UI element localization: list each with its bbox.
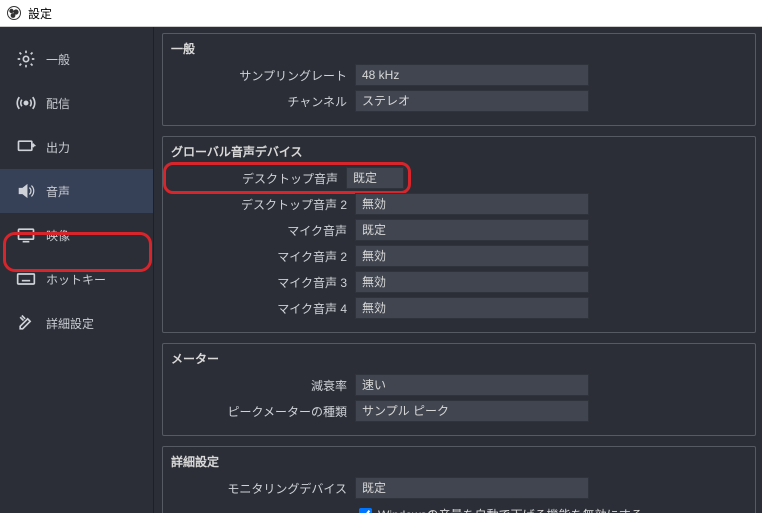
panel-title-advanced: 詳細設定 — [171, 453, 749, 470]
panel-title-general: 一般 — [171, 40, 749, 57]
label-channel: チャンネル — [169, 93, 355, 110]
sidebar-item-label: 映像 — [46, 227, 70, 244]
select-mic-audio[interactable]: 既定 — [355, 219, 589, 241]
panel-devices: グローバル音声デバイス デスクトップ音声 既定 デスクトップ音声 2 無効 マイ… — [162, 136, 756, 333]
sidebar-item-audio[interactable]: 音声 — [0, 169, 153, 213]
sidebar-item-advanced[interactable]: 詳細設定 — [0, 301, 153, 345]
tools-icon — [14, 311, 38, 335]
label-desktop-audio: デスクトップ音声 — [170, 170, 346, 187]
select-decay[interactable]: 速い — [355, 374, 589, 396]
content-area: 一般 サンプリングレート 48 kHz チャンネル ステレオ グローバル音声デバ… — [154, 27, 762, 513]
panel-title-meter: メーター — [171, 350, 749, 367]
panel-meter: メーター 減衰率 速い ピークメーターの種類 サンプル ピーク — [162, 343, 756, 436]
sidebar-item-stream[interactable]: 配信 — [0, 81, 153, 125]
select-mic-audio-3[interactable]: 無効 — [355, 271, 589, 293]
sidebar: 一般 配信 出力 音声 映像 — [0, 27, 154, 513]
label-sample-rate: サンプリングレート — [169, 67, 355, 84]
sidebar-item-label: 出力 — [46, 139, 70, 156]
sidebar-item-video[interactable]: 映像 — [0, 213, 153, 257]
sidebar-item-label: 一般 — [46, 51, 70, 68]
sidebar-item-label: ホットキー — [46, 271, 106, 288]
panel-title-devices: グローバル音声デバイス — [171, 143, 749, 160]
label-decay: 減衰率 — [169, 377, 355, 394]
select-mic-audio-2[interactable]: 無効 — [355, 245, 589, 267]
label-peak-type: ピークメーターの種類 — [169, 403, 355, 420]
sidebar-item-label: 配信 — [46, 95, 70, 112]
app-icon — [6, 5, 22, 21]
select-channel[interactable]: ステレオ — [355, 90, 589, 112]
label-monitoring: モニタリングデバイス — [169, 480, 355, 497]
select-desktop-audio[interactable]: 既定 — [346, 167, 404, 189]
stream-icon — [14, 91, 38, 115]
sidebar-item-label: 音声 — [46, 183, 70, 200]
panel-advanced: 詳細設定 モニタリングデバイス 既定 Windowsの音量を自動で下げる機能を無… — [162, 446, 756, 513]
label-desktop-audio-2: デスクトップ音声 2 — [169, 196, 355, 213]
window-titlebar: 設定 — [0, 0, 762, 27]
panel-general: 一般 サンプリングレート 48 kHz チャンネル ステレオ — [162, 33, 756, 126]
select-monitoring[interactable]: 既定 — [355, 477, 589, 499]
checkbox-disable-ducking[interactable] — [359, 508, 372, 513]
sidebar-item-output[interactable]: 出力 — [0, 125, 153, 169]
output-icon — [14, 135, 38, 159]
label-mic-audio-3: マイク音声 3 — [169, 274, 355, 291]
label-disable-ducking: Windowsの音量を自動で下げる機能を無効にする — [378, 506, 643, 513]
sidebar-item-label: 詳細設定 — [46, 315, 94, 332]
sidebar-item-hotkeys[interactable]: ホットキー — [0, 257, 153, 301]
keyboard-icon — [14, 267, 38, 291]
select-desktop-audio-2[interactable]: 無効 — [355, 193, 589, 215]
select-sample-rate[interactable]: 48 kHz — [355, 64, 589, 86]
window-title: 設定 — [28, 5, 52, 22]
video-icon — [14, 223, 38, 247]
label-mic-audio-4: マイク音声 4 — [169, 300, 355, 317]
gear-icon — [14, 47, 38, 71]
select-mic-audio-4[interactable]: 無効 — [355, 297, 589, 319]
select-peak-type[interactable]: サンプル ピーク — [355, 400, 589, 422]
label-mic-audio-2: マイク音声 2 — [169, 248, 355, 265]
audio-icon — [14, 179, 38, 203]
label-mic-audio: マイク音声 — [169, 222, 355, 239]
sidebar-item-general[interactable]: 一般 — [0, 37, 153, 81]
highlighted-desktop-audio-row: デスクトップ音声 既定 — [163, 162, 411, 194]
